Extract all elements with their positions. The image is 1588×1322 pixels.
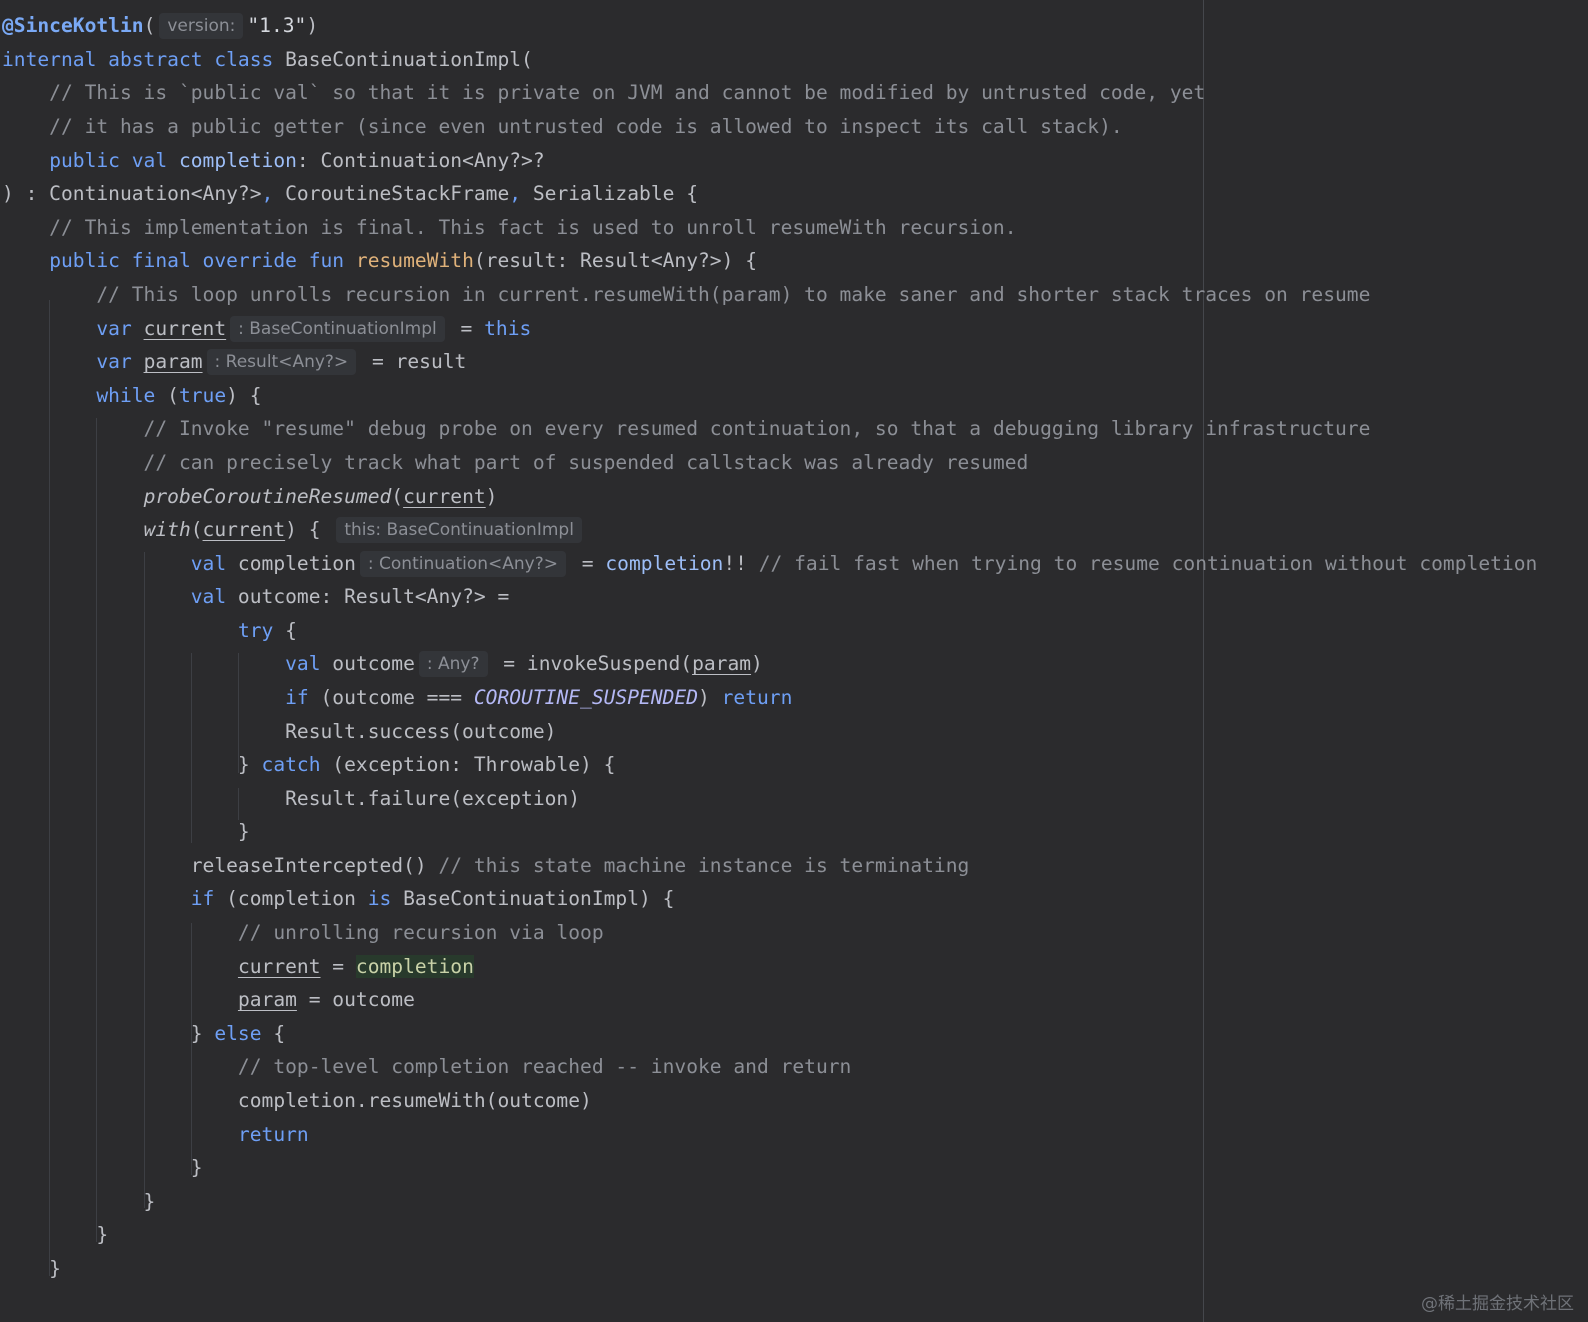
comment-line: // top-level completion reached -- invok…: [2, 1055, 852, 1078]
comment-line: // Invoke "resume" debug probe on every …: [2, 417, 1371, 440]
comment-line: // This is `public val` so that it is pr…: [2, 81, 1206, 104]
code-line: Result.success(outcome): [2, 720, 557, 743]
code-line: return: [237, 1123, 309, 1146]
code-line: ) : Continuation<Any?>, CoroutineStackFr…: [2, 182, 699, 205]
comment-line: // unrolling recursion via loop: [2, 921, 604, 944]
code-line: Result.failure(exception): [2, 787, 581, 810]
parameter-hint: version:: [159, 13, 244, 39]
code-line: while (true) {: [96, 384, 262, 407]
code-line: val outcome: Any? = invokeSuspend(param): [285, 651, 763, 677]
code-line: if (completion is BaseContinuationImpl) …: [190, 887, 675, 910]
comment-line: // can precisely track what part of susp…: [2, 451, 1029, 474]
type-hint: : Any?: [418, 651, 488, 677]
code-line: if (outcome === COROUTINE_SUSPENDED) ret…: [285, 686, 793, 709]
code-line: }: [2, 1223, 109, 1246]
code-line: try {: [237, 619, 297, 642]
code-line: } else {: [2, 1022, 286, 1045]
code-line: } catch (exception: Throwable) {: [2, 753, 616, 776]
code-line: var current: BaseContinuationImpl = this: [96, 316, 532, 342]
type-hint: : Result<Any?>: [206, 349, 357, 375]
function-name: resumeWith: [355, 249, 474, 272]
code-line: var param: Result<Any?> = result: [96, 349, 467, 375]
code-line: }: [2, 1190, 156, 1213]
code-line: current = completion: [237, 955, 474, 978]
code-line: }: [2, 1257, 61, 1280]
code-editor[interactable]: @SinceKotlin(version: "1.3") internal abs…: [0, 0, 1588, 1322]
code-line: param = outcome: [237, 988, 415, 1011]
watermark: @稀土掘金技术社区: [1421, 1294, 1574, 1314]
code-line: public val completion: Continuation<Any?…: [49, 149, 545, 172]
code-line: with(current) { this: BaseContinuationIm…: [2, 513, 586, 547]
type-hint: : BaseContinuationImpl: [230, 316, 445, 342]
type-hint: : Continuation<Any?>: [359, 551, 566, 577]
code-line: internal abstract class BaseContinuation…: [2, 48, 533, 71]
receiver-hint: this: BaseContinuationImpl: [336, 517, 582, 543]
right-margin-line: [1203, 0, 1204, 1322]
comment-line: // This loop unrolls recursion in curren…: [2, 283, 1371, 306]
comment-line: // This implementation is final. This fa…: [2, 216, 1017, 239]
code-line: completion.resumeWith(outcome): [2, 1089, 592, 1112]
code-line: @SinceKotlin(version: "1.3"): [2, 13, 319, 39]
comment-line: // it has a public getter (since even un…: [2, 115, 1123, 138]
code-line: probeCoroutineResumed(current): [143, 485, 498, 508]
code-line: }: [2, 1156, 203, 1179]
code-line: public final override fun resumeWith(res…: [49, 249, 757, 272]
code-line: val outcome: Result<Any?> =: [190, 585, 510, 608]
code-line: releaseIntercepted() // this state machi…: [2, 854, 970, 877]
highlighted-usage: completion: [355, 955, 474, 978]
code-line: }: [2, 820, 250, 843]
code-line: val completion: Continuation<Any?> = com…: [190, 551, 1538, 577]
